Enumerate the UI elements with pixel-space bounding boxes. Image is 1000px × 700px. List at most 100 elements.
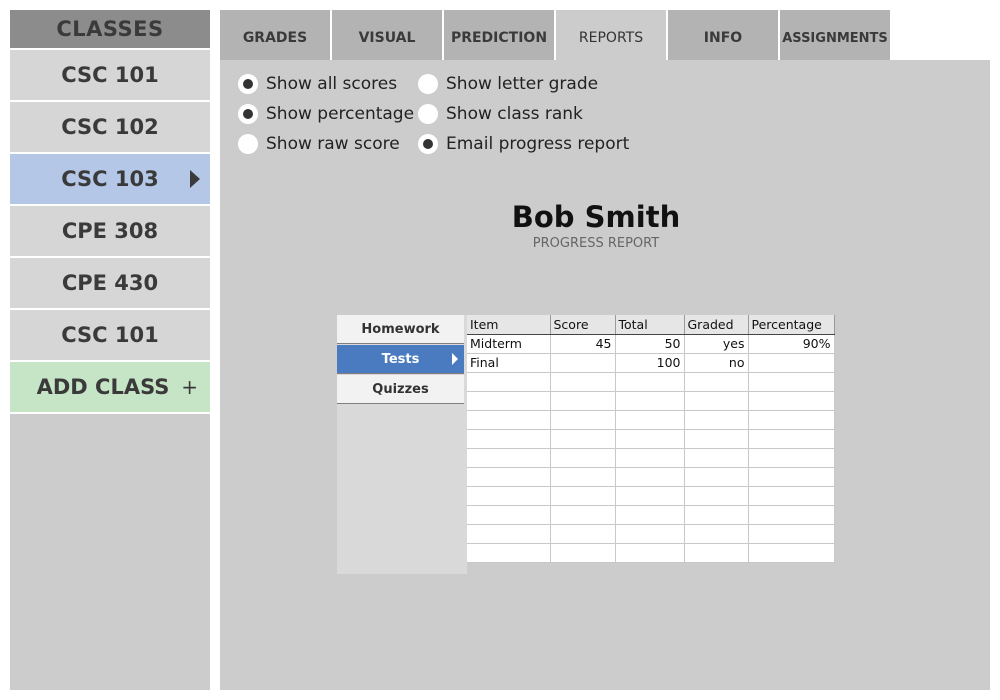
radio-button[interactable] xyxy=(418,74,438,94)
table-cell[interactable] xyxy=(615,391,685,411)
option-show-class-rank[interactable]: Show class rank xyxy=(418,104,583,124)
table-cell[interactable] xyxy=(615,543,685,563)
table-cell[interactable] xyxy=(550,353,616,373)
table-cell[interactable] xyxy=(550,391,616,411)
class-item-cpe308[interactable]: CPE 308 xyxy=(10,206,210,258)
table-cell[interactable] xyxy=(748,524,835,544)
tab-grades[interactable]: GRADES xyxy=(220,10,330,60)
table-cell[interactable] xyxy=(467,448,551,468)
radio-button[interactable] xyxy=(238,74,258,94)
table-cell[interactable] xyxy=(615,372,685,392)
radio-button[interactable] xyxy=(418,104,438,124)
student-name: Bob Smith xyxy=(511,200,681,234)
category-tab-quizzes[interactable]: Quizzes xyxy=(337,375,464,404)
table-cell[interactable] xyxy=(748,391,835,411)
table-cell[interactable] xyxy=(748,486,835,506)
table-cell[interactable] xyxy=(467,524,551,544)
class-item-csc102[interactable]: CSC 102 xyxy=(10,102,210,154)
table-cell[interactable] xyxy=(684,410,749,430)
option-email-progress-report[interactable]: Email progress report xyxy=(418,134,629,154)
table-cell[interactable] xyxy=(550,410,616,430)
tab-visual[interactable]: VISUAL xyxy=(332,10,442,60)
table-cell[interactable]: Midterm xyxy=(467,334,551,354)
table-cell[interactable] xyxy=(467,429,551,449)
table-cell[interactable] xyxy=(615,486,685,506)
table-cell[interactable] xyxy=(684,467,749,487)
table-row xyxy=(467,543,835,563)
table-cell[interactable] xyxy=(684,543,749,563)
class-label: CPE 308 xyxy=(61,219,159,243)
tab-assignments[interactable]: ASSIGNMENTS xyxy=(780,10,890,60)
table-cell[interactable] xyxy=(467,410,551,430)
table-cell[interactable] xyxy=(615,448,685,468)
option-label: Show class rank xyxy=(446,104,583,124)
table-cell[interactable] xyxy=(550,543,616,563)
class-item-cpe430[interactable]: CPE 430 xyxy=(10,258,210,310)
class-item-csc103[interactable]: CSC 103 xyxy=(10,154,210,206)
table-cell[interactable] xyxy=(684,372,749,392)
table-cell[interactable]: 100 xyxy=(615,353,685,373)
table-cell[interactable]: yes xyxy=(684,334,749,354)
table-cell[interactable] xyxy=(550,372,616,392)
table-cell[interactable]: 45 xyxy=(550,334,616,354)
table-cell[interactable] xyxy=(748,543,835,563)
class-item-csc101-2[interactable]: CSC 101 xyxy=(10,310,210,362)
option-show-all-scores[interactable]: Show all scores xyxy=(238,74,397,94)
table-cell[interactable] xyxy=(684,505,749,525)
table-row xyxy=(467,429,835,449)
table-cell[interactable] xyxy=(748,448,835,468)
table-cell[interactable] xyxy=(748,410,835,430)
category-label: Tests xyxy=(381,351,420,367)
table-cell[interactable] xyxy=(615,467,685,487)
table-cell[interactable]: Final xyxy=(467,353,551,373)
table-row: Final 100 no xyxy=(467,353,835,373)
radio-button[interactable] xyxy=(238,104,258,124)
table-cell[interactable] xyxy=(684,391,749,411)
table-cell[interactable] xyxy=(550,524,616,544)
table-cell[interactable] xyxy=(748,353,835,373)
table-cell[interactable] xyxy=(684,524,749,544)
table-cell[interactable] xyxy=(748,467,835,487)
table-cell[interactable] xyxy=(550,505,616,525)
column-header-percentage: Percentage xyxy=(748,315,835,335)
table-cell[interactable] xyxy=(550,448,616,468)
table-cell[interactable] xyxy=(684,448,749,468)
option-show-letter-grade[interactable]: Show letter grade xyxy=(418,74,598,94)
table-cell[interactable] xyxy=(467,467,551,487)
table-cell[interactable] xyxy=(748,505,835,525)
category-tab-tests[interactable]: Tests xyxy=(337,345,464,374)
table-cell[interactable] xyxy=(748,429,835,449)
tab-prediction[interactable]: PREDICTION xyxy=(444,10,554,60)
table-cell[interactable] xyxy=(684,486,749,506)
table-cell[interactable]: 50 xyxy=(615,334,685,354)
option-show-percentage[interactable]: Show percentage xyxy=(238,104,414,124)
table-cell[interactable] xyxy=(615,410,685,430)
class-label: CPE 430 xyxy=(61,271,159,295)
option-show-raw-score[interactable]: Show raw score xyxy=(238,134,400,154)
tab-reports[interactable]: REPORTS xyxy=(556,10,666,60)
column-header-graded: Graded xyxy=(684,315,749,335)
report-subtitle: PROGRESS REPORT xyxy=(532,236,660,251)
category-tab-homework[interactable]: Homework xyxy=(337,315,464,344)
table-cell[interactable] xyxy=(684,429,749,449)
class-item-csc101[interactable]: CSC 101 xyxy=(10,50,210,102)
add-class-button[interactable]: ADD CLASS + xyxy=(10,362,210,414)
table-cell[interactable] xyxy=(550,467,616,487)
table-cell[interactable]: no xyxy=(684,353,749,373)
tab-info[interactable]: INFO xyxy=(668,10,778,60)
table-header-row: Item Score Total Graded Percentage xyxy=(467,315,835,335)
table-cell[interactable]: 90% xyxy=(748,334,835,354)
table-cell[interactable] xyxy=(748,372,835,392)
table-cell[interactable] xyxy=(615,524,685,544)
radio-button[interactable] xyxy=(238,134,258,154)
table-cell[interactable] xyxy=(615,505,685,525)
radio-button[interactable] xyxy=(418,134,438,154)
table-cell[interactable] xyxy=(467,505,551,525)
table-cell[interactable] xyxy=(467,486,551,506)
table-cell[interactable] xyxy=(467,372,551,392)
table-cell[interactable] xyxy=(467,543,551,563)
table-cell[interactable] xyxy=(467,391,551,411)
table-cell[interactable] xyxy=(550,486,616,506)
table-cell[interactable] xyxy=(550,429,616,449)
table-cell[interactable] xyxy=(615,429,685,449)
